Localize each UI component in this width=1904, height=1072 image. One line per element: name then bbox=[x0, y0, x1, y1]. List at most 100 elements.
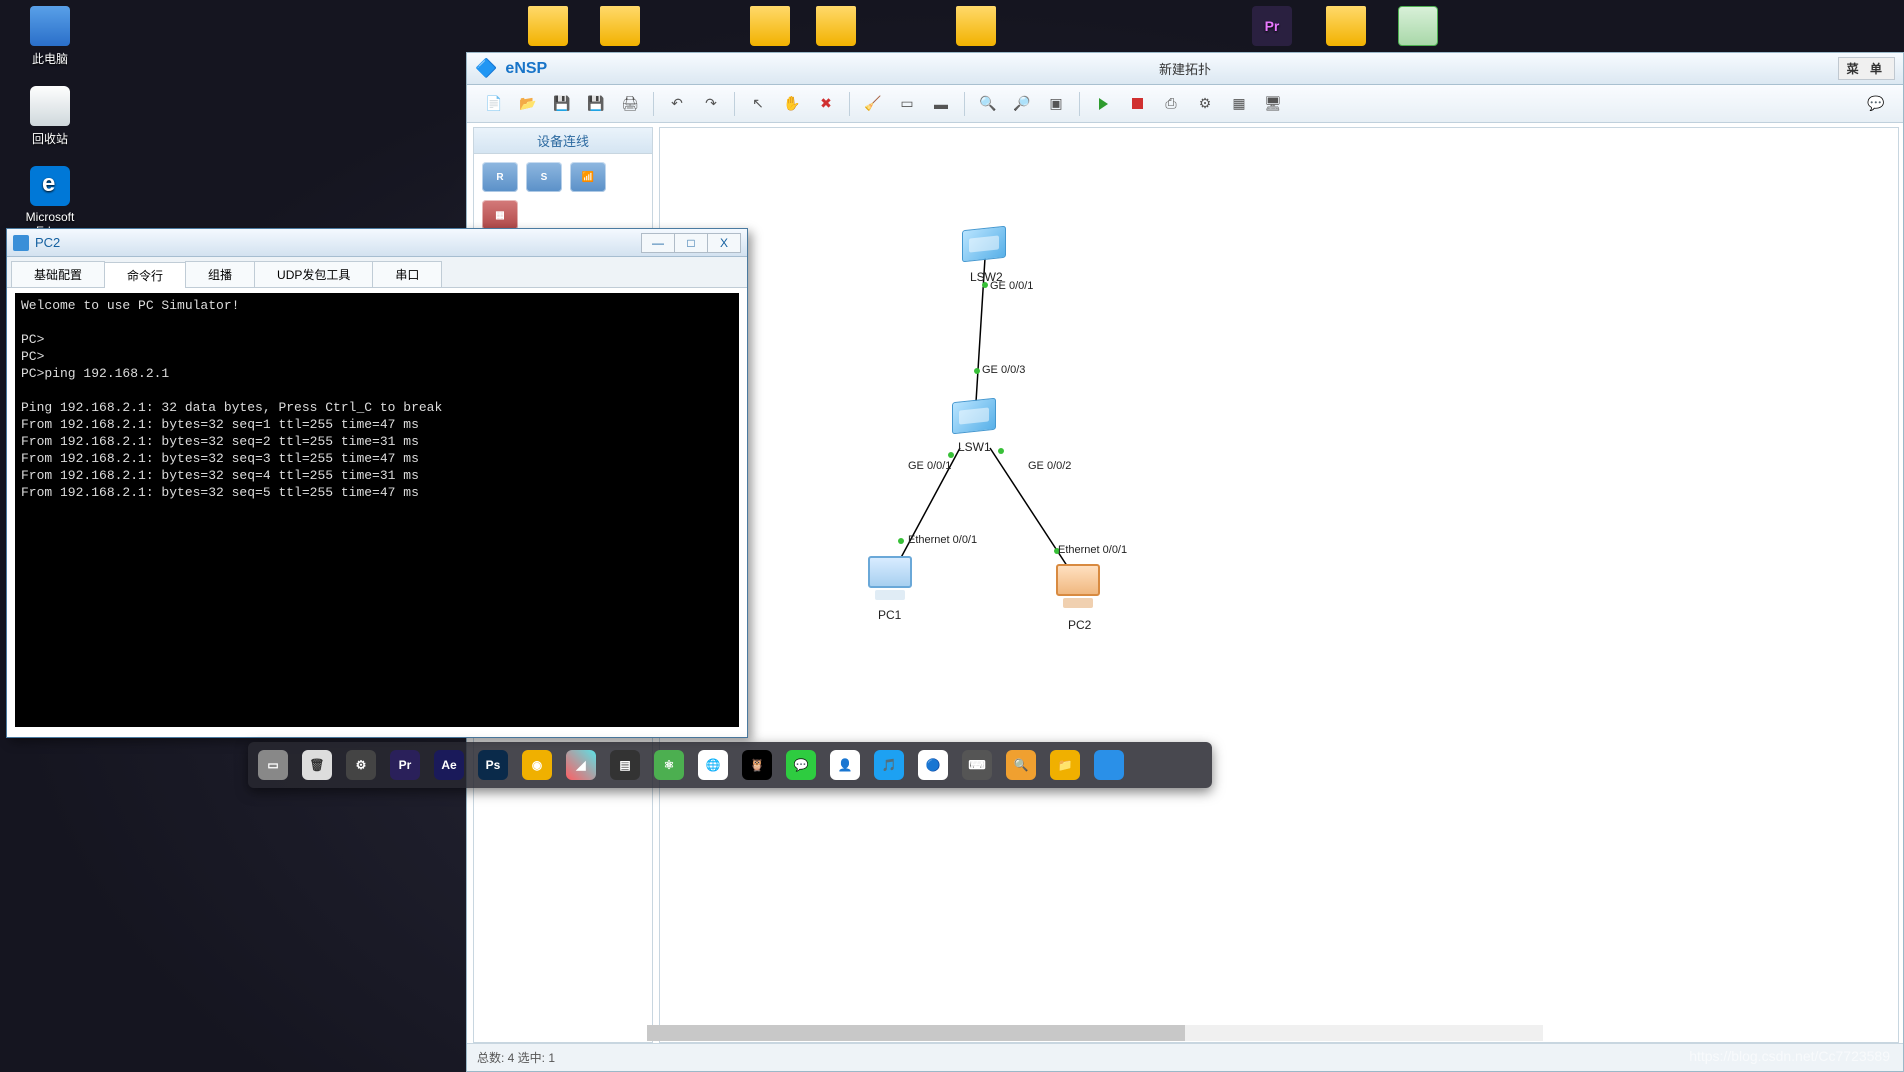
node-lsw2[interactable] bbox=[962, 228, 1006, 264]
device-switch[interactable]: S bbox=[526, 162, 562, 192]
dock-app6[interactable]: 🎵 bbox=[874, 750, 904, 780]
port-dot bbox=[898, 538, 904, 544]
display-button[interactable]: 🖥 bbox=[1260, 91, 1286, 117]
pc2-titlebar[interactable]: PC2 — □ X bbox=[7, 229, 747, 257]
desktop-icon-this-pc[interactable]: 此电脑 bbox=[10, 6, 90, 67]
pointer-tool[interactable]: ↖ bbox=[745, 91, 771, 117]
settings-button[interactable]: ⚙ bbox=[1192, 91, 1218, 117]
start-button[interactable] bbox=[1090, 91, 1116, 117]
topology-links bbox=[660, 128, 1898, 1042]
dock-app9[interactable] bbox=[1094, 750, 1124, 780]
icon-label: 回收站 bbox=[10, 130, 90, 147]
dock-wechat[interactable]: 💬 bbox=[786, 750, 816, 780]
save-as-button[interactable]: 💾 bbox=[583, 91, 609, 117]
grid-button[interactable]: ▦ bbox=[1226, 91, 1252, 117]
dock-ps[interactable]: Ps bbox=[478, 750, 508, 780]
pan-tool[interactable]: ✋ bbox=[779, 91, 805, 117]
device-router[interactable]: R bbox=[482, 162, 518, 192]
edge-icon bbox=[30, 166, 70, 206]
dock-folder[interactable]: 📁 bbox=[1050, 750, 1080, 780]
tab-udp-tool[interactable]: UDP发包工具 bbox=[254, 261, 373, 287]
terminal-output[interactable]: Welcome to use PC Simulator! PC> PC> PC>… bbox=[15, 293, 739, 727]
zoom-out-button[interactable]: 🔎 bbox=[1009, 91, 1035, 117]
device-panel-title: 设备连线 bbox=[474, 128, 652, 154]
close-button[interactable]: X bbox=[707, 233, 741, 253]
print-button[interactable]: 🖨 bbox=[617, 91, 643, 117]
tab-serial[interactable]: 串口 bbox=[372, 261, 442, 287]
minimize-button[interactable]: — bbox=[641, 233, 675, 253]
text-tool[interactable]: ▭ bbox=[894, 91, 920, 117]
doc-title: 新建拓扑 bbox=[1159, 59, 1211, 78]
dock-app8[interactable]: ⌨ bbox=[962, 750, 992, 780]
undo-button[interactable]: ↶ bbox=[664, 91, 690, 117]
dock-app7[interactable]: 🔵 bbox=[918, 750, 948, 780]
pr-icon: Pr bbox=[1252, 6, 1292, 46]
port-label: Ethernet 0/0/1 bbox=[908, 534, 977, 546]
dock-pr[interactable]: Pr bbox=[390, 750, 420, 780]
tab-cli[interactable]: 命令行 bbox=[104, 262, 186, 288]
separator bbox=[734, 92, 735, 116]
new-button[interactable]: 📄 bbox=[481, 91, 507, 117]
scrollbar-thumb[interactable] bbox=[647, 1025, 1185, 1041]
watermark: https://blog.csdn.net/Cc7723589 bbox=[1689, 1048, 1890, 1064]
capture-button[interactable]: ⎙ bbox=[1158, 91, 1184, 117]
topology-canvas[interactable]: LSW2 GE 0/0/1 GE 0/0/3 LSW1 GE 0/0/1 GE … bbox=[659, 127, 1899, 1043]
horizontal-scrollbar[interactable] bbox=[647, 1025, 1543, 1041]
open-button[interactable]: 📂 bbox=[515, 91, 541, 117]
save-button[interactable]: 💾 bbox=[549, 91, 575, 117]
device-grid: R S 📶 ▦ bbox=[474, 154, 652, 238]
maximize-button[interactable]: □ bbox=[674, 233, 708, 253]
fit-button[interactable]: ▣ bbox=[1043, 91, 1069, 117]
stop-button[interactable] bbox=[1124, 91, 1150, 117]
node-label-lsw1: LSW1 bbox=[958, 440, 991, 454]
node-pc2[interactable] bbox=[1048, 564, 1108, 618]
stop-icon bbox=[1132, 98, 1143, 109]
port-label: Ethernet 0/0/1 bbox=[1058, 544, 1127, 556]
palette-tool[interactable]: ▬ bbox=[928, 91, 954, 117]
dock-search[interactable]: 🔍 bbox=[1006, 750, 1036, 780]
port-dot bbox=[948, 452, 954, 458]
dock-app2[interactable]: ◢ bbox=[566, 750, 596, 780]
folder-icon bbox=[816, 6, 856, 46]
desktop-icon-recycle-bin[interactable]: 回收站 bbox=[10, 86, 90, 147]
menu-button[interactable]: 菜 单 bbox=[1838, 57, 1895, 80]
ensp-titlebar[interactable]: 🔷 eNSP 新建拓扑 菜 单 bbox=[467, 53, 1903, 85]
port-label: GE 0/0/3 bbox=[982, 364, 1025, 376]
dock-app4[interactable]: 🦉 bbox=[742, 750, 772, 780]
taskbar-dock: ▭ 🗑 ⚙ Pr Ae Ps ◉ ◢ ▤ ⚛ 🌐 🦉 💬 👤 🎵 🔵 ⌨ 🔍 📁 bbox=[248, 742, 1212, 788]
pc-base-icon bbox=[875, 590, 905, 600]
dock-app5[interactable]: 👤 bbox=[830, 750, 860, 780]
ensp-toolbar: 📄 📂 💾 💾 🖨 ↶ ↷ ↖ ✋ ✖ 🧹 ▭ ▬ 🔍 🔎 ▣ ⎙ ⚙ ▦ 🖥 … bbox=[467, 85, 1903, 123]
folder-icon bbox=[600, 6, 640, 46]
dock-trash[interactable]: 🗑 bbox=[302, 750, 332, 780]
dock-atom[interactable]: ⚛ bbox=[654, 750, 684, 780]
delete-tool[interactable]: ✖ bbox=[813, 91, 839, 117]
pc-icon bbox=[1056, 564, 1100, 596]
pc-icon bbox=[868, 556, 912, 588]
node-lsw1[interactable] bbox=[952, 400, 996, 436]
play-icon bbox=[1099, 98, 1108, 110]
dock-ae[interactable]: Ae bbox=[434, 750, 464, 780]
redo-button[interactable]: ↷ bbox=[698, 91, 724, 117]
folder-icon bbox=[956, 6, 996, 46]
dock-settings[interactable]: ⚙ bbox=[346, 750, 376, 780]
dock-chrome[interactable]: 🌐 bbox=[698, 750, 728, 780]
pc-icon bbox=[30, 6, 70, 46]
broom-tool[interactable]: 🧹 bbox=[860, 91, 886, 117]
status-text: 总数: 4 选中: 1 bbox=[477, 1049, 555, 1066]
dock-app1[interactable]: ◉ bbox=[522, 750, 552, 780]
pc2-window: PC2 — □ X 基础配置 命令行 组播 UDP发包工具 串口 Welcome… bbox=[6, 228, 748, 738]
tab-basic-config[interactable]: 基础配置 bbox=[11, 261, 105, 287]
port-label: GE 0/0/1 bbox=[908, 460, 951, 472]
chat-button[interactable]: 💬 bbox=[1863, 91, 1889, 117]
dock-app3[interactable]: ▤ bbox=[610, 750, 640, 780]
zoom-in-button[interactable]: 🔍 bbox=[975, 91, 1001, 117]
tab-multicast[interactable]: 组播 bbox=[185, 261, 255, 287]
window-title: PC2 bbox=[35, 235, 60, 250]
separator bbox=[964, 92, 965, 116]
node-pc1[interactable] bbox=[860, 556, 920, 610]
device-firewall[interactable]: ▦ bbox=[482, 200, 518, 230]
dock-finder[interactable]: ▭ bbox=[258, 750, 288, 780]
folder-icon bbox=[750, 6, 790, 46]
device-wlan[interactable]: 📶 bbox=[570, 162, 606, 192]
